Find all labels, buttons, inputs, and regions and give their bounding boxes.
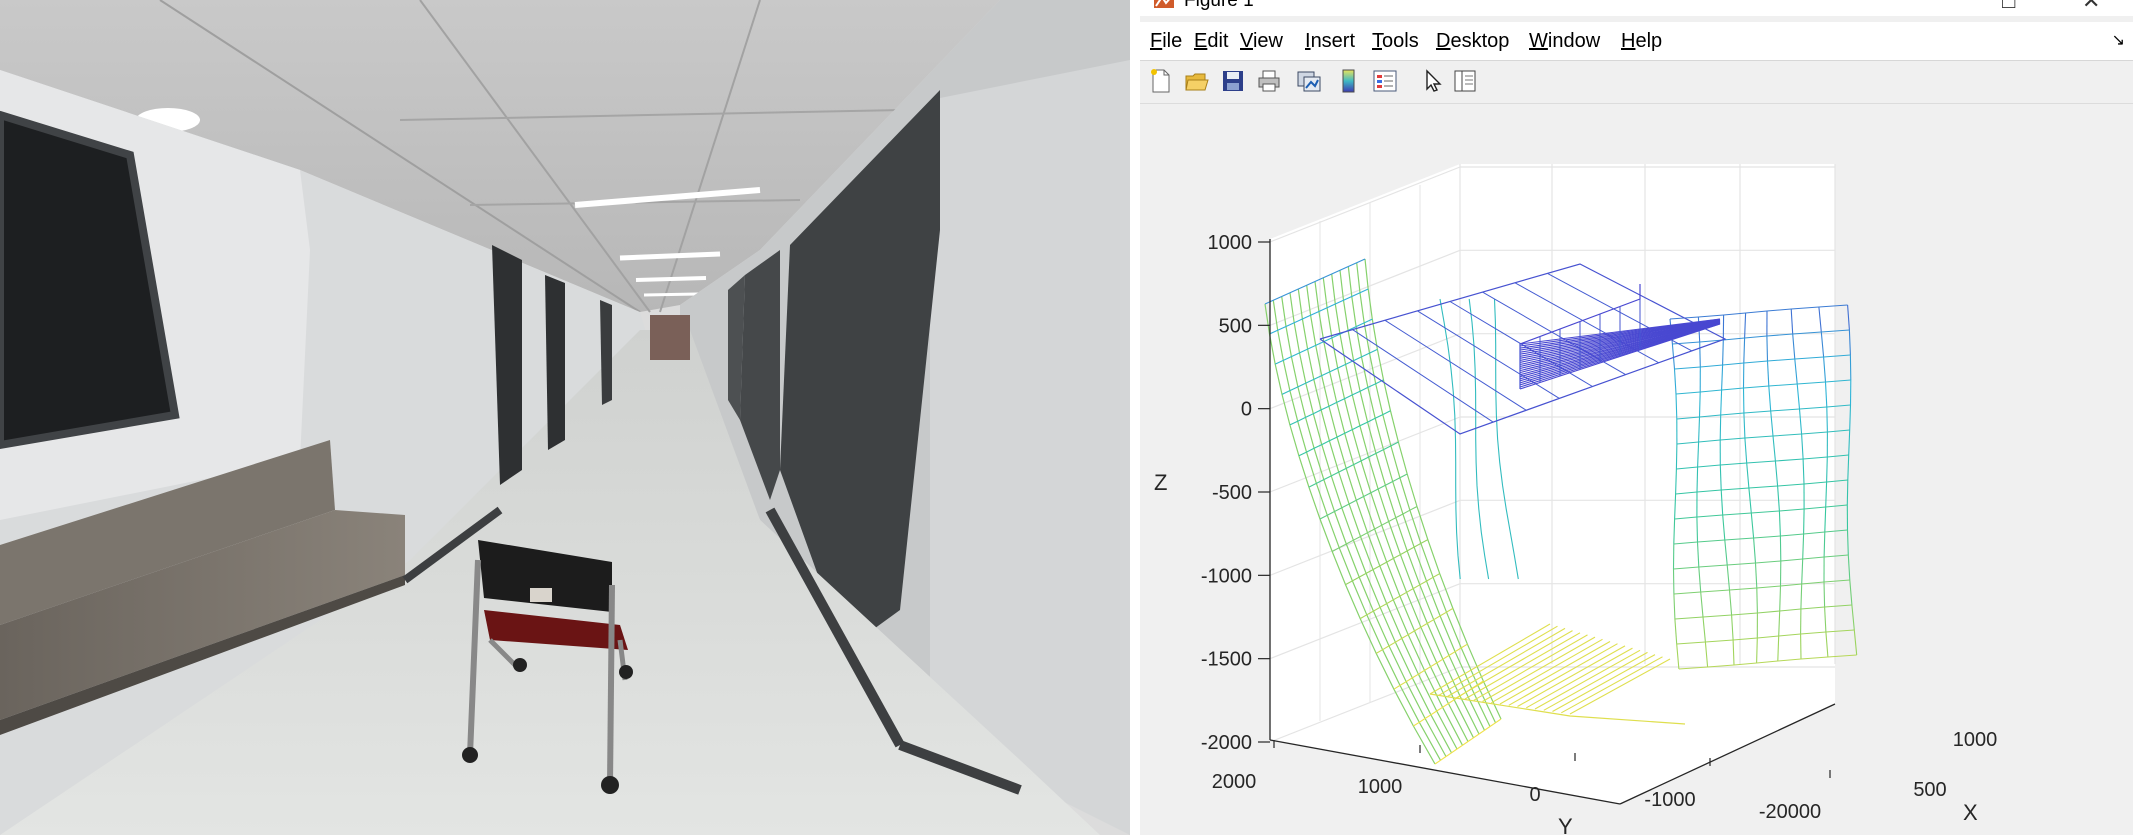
y-tick-label: 1000 (1358, 776, 1403, 798)
mesh-line-right (1853, 629, 1858, 656)
menu-edit[interactable]: Edit (1194, 30, 1228, 53)
mesh-line-right (1756, 637, 1758, 664)
mesh-line-right (1826, 406, 1828, 433)
mesh-line-right (1696, 466, 1699, 493)
mesh-line-right (1849, 579, 1853, 606)
z-tick-label: 500 (1219, 315, 1252, 337)
mesh-line-right (1826, 456, 1828, 483)
toolbar (1140, 61, 2133, 104)
mesh-line-right (1846, 479, 1849, 506)
property-editor-icon[interactable] (1452, 68, 1478, 94)
z-tick-label: -2000 (1201, 732, 1252, 754)
title-bar: Figure 1 □ ✕ (1140, 0, 2133, 16)
y-tick-label: -1000 (1644, 789, 1695, 811)
figure-window: Figure 1 □ ✕ File Edit View Insert Tools… (1140, 0, 2133, 835)
menu-help[interactable]: Help (1621, 30, 1662, 53)
mesh-line-right (1846, 529, 1849, 556)
mesh-line-right (1696, 516, 1699, 543)
mesh-line-right (1848, 429, 1851, 456)
menu-bar: File Edit View Insert Tools Desktop Wind… (1140, 22, 2133, 61)
mesh-line-right (1823, 581, 1826, 608)
menu-tools[interactable]: Tools (1372, 30, 1419, 53)
save-icon[interactable] (1220, 68, 1246, 94)
x-tick-label: 1000 (1953, 729, 1998, 751)
select-pointer-icon[interactable] (1420, 68, 1446, 94)
window-title: Figure 1 (1184, 0, 1254, 11)
print-icon[interactable] (1256, 68, 1282, 94)
new-figure-icon[interactable] (1148, 68, 1174, 94)
menu-window[interactable]: Window (1529, 30, 1600, 53)
mesh-line-right (1719, 414, 1722, 441)
plot-area[interactable]: 1000 500 0 -500 -1000 -1500 -2000 2000 1000 0 -100… (1140, 104, 2133, 835)
y-tick-label: 0 (1529, 784, 1540, 806)
open-file-icon[interactable] (1184, 68, 1210, 94)
z-tick-label: -500 (1212, 482, 1252, 504)
mesh-line-right (1848, 329, 1851, 356)
z-tick-label: -1500 (1201, 649, 1252, 671)
mesh-line-right (1847, 554, 1851, 581)
y-tick-label: 2000 (1212, 771, 1257, 793)
z-tick-label: -1000 (1201, 565, 1252, 587)
surface-plot[interactable]: 1000 500 0 -500 -1000 -1500 -2000 2000 1000 0 -100… (1140, 104, 2133, 835)
dock-arrow-icon[interactable]: ↘ (2112, 30, 2125, 50)
mesh-line-right (1847, 304, 1850, 331)
maximize-button[interactable]: □ (2002, 0, 2015, 14)
z-axis-label: Z (1154, 470, 1167, 495)
x-axis-label: X (1963, 800, 1978, 825)
mesh-line-right (1851, 604, 1855, 631)
mesh-line-right (1803, 508, 1805, 535)
y-tick-label: -20000 (1759, 801, 1821, 823)
mesh-line-right (1849, 404, 1852, 431)
mesh-line-right (1756, 587, 1758, 614)
hallway-photo (0, 0, 1130, 835)
close-button[interactable]: ✕ (2082, 0, 2100, 14)
matlab-figure-icon (1154, 0, 1174, 8)
insert-colorbar-icon[interactable] (1336, 68, 1362, 94)
link-plot-icon[interactable] (1296, 68, 1322, 94)
menu-desktop[interactable]: Desktop (1436, 30, 1509, 53)
mesh-line-right (1823, 531, 1826, 558)
z-tick-label: 1000 (1208, 232, 1253, 254)
mesh-line-right (1699, 341, 1701, 368)
z-tick-label: 0 (1241, 399, 1252, 421)
mesh-line-right (1698, 391, 1701, 418)
mesh-line-right (1847, 454, 1850, 481)
y-axis-label: Y (1558, 814, 1573, 835)
menu-insert[interactable]: Insert (1305, 30, 1355, 53)
menu-view[interactable]: View (1240, 30, 1283, 53)
mesh-line-right (1675, 443, 1678, 470)
insert-legend-icon[interactable] (1372, 68, 1398, 94)
mesh-line-right (1722, 339, 1724, 366)
mesh-line-right (1766, 335, 1769, 362)
menu-file[interactable]: File (1150, 30, 1182, 53)
x-tick-label: 500 (1913, 779, 1946, 801)
